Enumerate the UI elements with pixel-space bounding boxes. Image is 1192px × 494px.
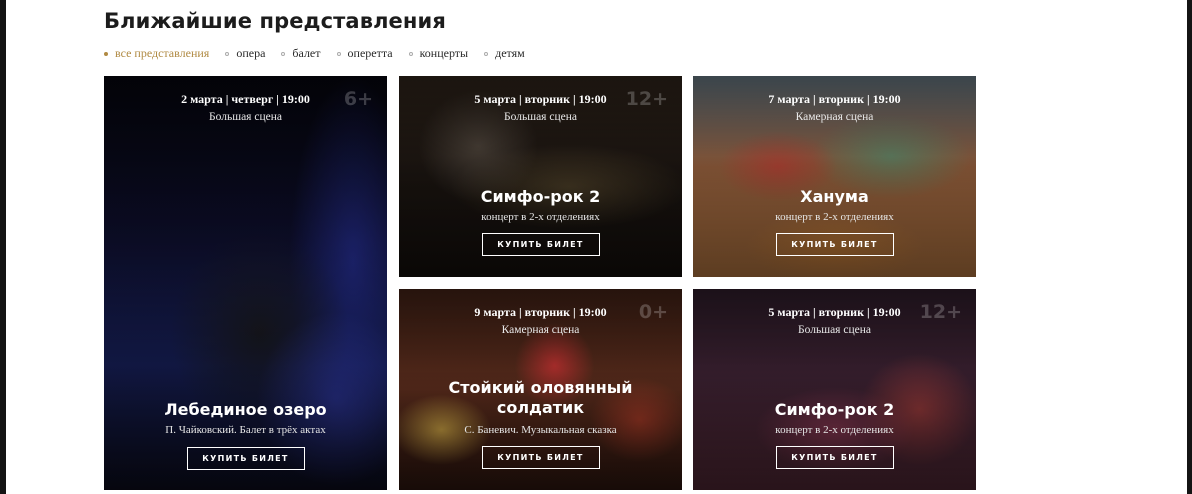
left-border bbox=[0, 0, 6, 494]
event-date: 5 марта | вторник | 19:00 bbox=[474, 92, 607, 106]
event-venue: Большая сцена bbox=[798, 324, 871, 336]
event-date: 2 марта | четверг | 19:00 bbox=[181, 92, 310, 106]
right-border bbox=[1187, 0, 1192, 494]
bullet-icon bbox=[336, 51, 341, 56]
filter-label: оперетта bbox=[347, 46, 393, 60]
filter-label: балет bbox=[292, 46, 321, 60]
filter-opera[interactable]: опера bbox=[225, 46, 265, 61]
filter-kids[interactable]: детям bbox=[484, 46, 525, 61]
filter-label: концерты bbox=[419, 46, 469, 60]
event-title: Симфо-рок 2 bbox=[774, 400, 895, 419]
buy-ticket-button[interactable]: КУПИТЬ БИЛЕТ bbox=[481, 233, 600, 256]
event-title: Ханума bbox=[800, 187, 869, 206]
filter-ballet[interactable]: балет bbox=[281, 46, 321, 61]
event-venue: Камерная сцена bbox=[795, 111, 874, 123]
bullet-icon bbox=[225, 51, 230, 56]
filter-concerts[interactable]: концерты bbox=[408, 46, 469, 61]
filter-bar: все представления опера балет оперетта к… bbox=[104, 46, 541, 61]
filter-operetta[interactable]: оперетта bbox=[336, 46, 393, 61]
event-card[interactable]: 12+ 5 марта | вторник | 19:00 Большая сц… bbox=[399, 76, 682, 277]
event-card[interactable]: 12+ 5 марта | вторник | 19:00 Большая сц… bbox=[693, 289, 976, 490]
event-title: Лебединое озеро bbox=[164, 400, 327, 419]
filter-label: детям bbox=[495, 46, 525, 60]
event-venue: Большая сцена bbox=[209, 111, 282, 123]
event-subtitle: концерт в 2-х отделениях bbox=[481, 211, 600, 223]
event-venue: Большая сцена bbox=[504, 111, 577, 123]
event-venue: Камерная сцена bbox=[501, 324, 580, 336]
buy-ticket-button[interactable]: КУПИТЬ БИЛЕТ bbox=[186, 447, 305, 470]
bullet-icon bbox=[104, 51, 108, 56]
event-card[interactable]: 7 марта | вторник | 19:00 Камерная сцена… bbox=[693, 76, 976, 277]
event-date: 7 марта | вторник | 19:00 bbox=[768, 92, 901, 106]
event-card[interactable]: 0+ 9 марта | вторник | 19:00 Камерная сц… bbox=[399, 289, 682, 490]
event-title: Стойкий оловянный солдатик bbox=[448, 378, 633, 417]
event-date: 5 марта | вторник | 19:00 bbox=[768, 305, 901, 319]
buy-ticket-button[interactable]: КУПИТЬ БИЛЕТ bbox=[481, 446, 600, 469]
filter-all[interactable]: все представления bbox=[104, 46, 209, 61]
bullet-icon bbox=[484, 51, 489, 56]
filter-label: опера bbox=[236, 46, 266, 60]
event-subtitle: концерт в 2-х отделениях bbox=[775, 211, 894, 223]
event-date: 9 марта | вторник | 19:00 bbox=[474, 305, 607, 319]
filter-label: все представления bbox=[115, 46, 210, 60]
bullet-icon bbox=[408, 51, 413, 56]
event-subtitle: П. Чайковский. Балет в трёх актах bbox=[165, 424, 326, 436]
event-card[interactable]: 6+ 2 марта | четверг | 19:00 Большая сце… bbox=[104, 76, 387, 490]
section-heading: Ближайшие представления bbox=[104, 9, 446, 33]
buy-ticket-button[interactable]: КУПИТЬ БИЛЕТ bbox=[775, 446, 894, 469]
buy-ticket-button[interactable]: КУПИТЬ БИЛЕТ bbox=[775, 233, 894, 256]
event-title: Симфо-рок 2 bbox=[480, 187, 601, 206]
event-subtitle: концерт в 2-х отделениях bbox=[775, 424, 894, 436]
event-subtitle: С. Баневич. Музыкальная сказка bbox=[464, 424, 617, 436]
bullet-icon bbox=[281, 51, 286, 56]
